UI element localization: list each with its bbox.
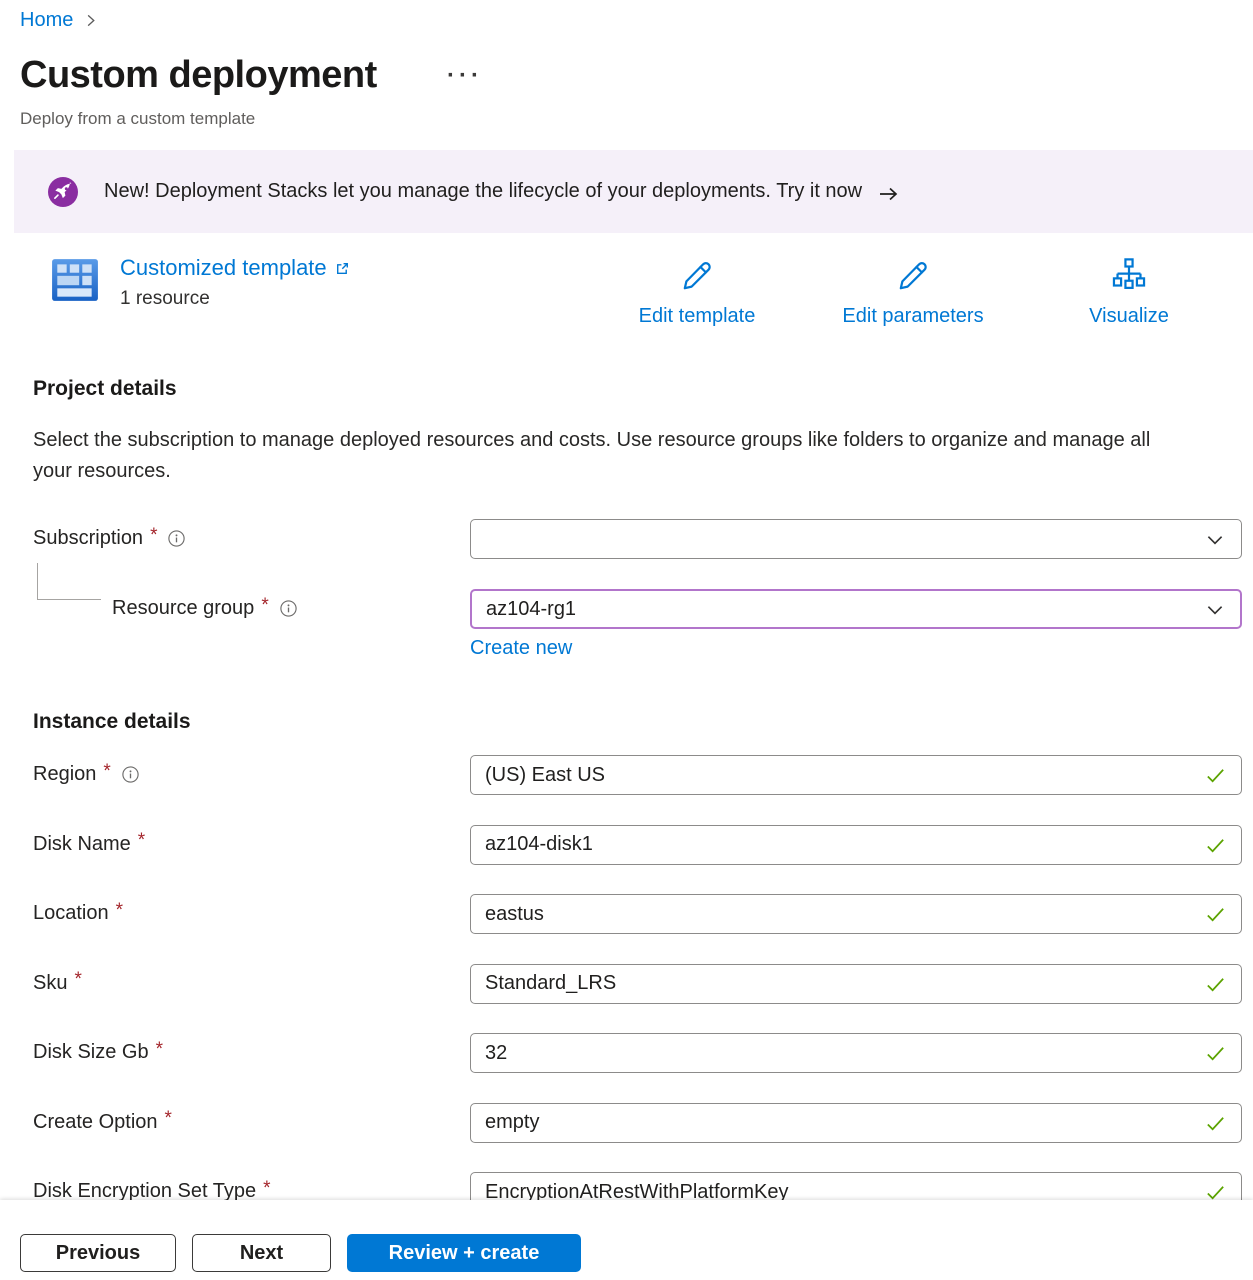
required-asterisk: * [156, 1039, 163, 1061]
resource-group-select[interactable]: az104-rg1 [470, 589, 1242, 629]
sku-label: Sku [33, 972, 67, 995]
required-asterisk: * [138, 830, 145, 852]
resource-group-label: Resource group [112, 597, 254, 620]
template-resource-count: 1 resource [120, 288, 351, 310]
more-options-button[interactable]: ··· [447, 62, 483, 90]
required-asterisk: * [150, 525, 157, 547]
pencil-icon [894, 257, 932, 300]
create-option-label: Create Option [33, 1111, 158, 1134]
subscription-connector-line [37, 563, 101, 600]
disk-name-label: Disk Name [33, 833, 131, 856]
valid-check-icon [1204, 903, 1227, 931]
sku-input[interactable] [470, 964, 1242, 1004]
customized-template-label: Customized template [120, 255, 327, 281]
project-details-description: Select the subscription to manage deploy… [33, 425, 1183, 487]
valid-check-icon [1204, 973, 1227, 1001]
valid-check-icon [1204, 834, 1227, 862]
breadcrumb: Home [0, 0, 1253, 32]
wizard-footer: Previous Next Review + create [0, 1200, 1253, 1280]
edit-parameters-button[interactable]: Edit parameters [833, 257, 993, 328]
page-subtitle: Deploy from a custom template [20, 109, 1253, 129]
external-link-icon [334, 260, 351, 277]
valid-check-icon [1204, 1042, 1227, 1070]
required-asterisk: * [261, 595, 268, 617]
subscription-select[interactable] [470, 519, 1242, 559]
template-icon [50, 255, 100, 310]
disk-size-gb-label: Disk Size Gb [33, 1041, 149, 1064]
customized-template-link[interactable]: Customized template [120, 255, 351, 281]
banner-text: New! Deployment Stacks let you manage th… [104, 180, 862, 203]
page-title: Custom deployment [20, 54, 377, 96]
info-icon[interactable] [121, 765, 140, 784]
region-input[interactable] [470, 755, 1242, 795]
disk-size-gb-input[interactable] [470, 1033, 1242, 1073]
valid-check-icon [1204, 764, 1227, 792]
info-icon[interactable] [167, 529, 186, 548]
required-asterisk: * [74, 969, 81, 991]
info-icon[interactable] [279, 599, 298, 618]
edit-template-button[interactable]: Edit template [617, 257, 777, 328]
subscription-label: Subscription [33, 527, 143, 550]
required-asterisk: * [103, 761, 110, 783]
org-chart-icon [1110, 257, 1148, 300]
next-button[interactable]: Next [192, 1234, 331, 1272]
project-details-heading: Project details [33, 377, 1253, 401]
review-create-button[interactable]: Review + create [347, 1234, 581, 1272]
location-input[interactable] [470, 894, 1242, 934]
required-asterisk: * [263, 1178, 270, 1200]
valid-check-icon [1204, 1112, 1227, 1140]
instance-details-heading: Instance details [33, 710, 1253, 734]
deployment-stacks-banner[interactable]: New! Deployment Stacks let you manage th… [14, 150, 1253, 233]
rocket-icon [48, 177, 78, 207]
edit-template-label: Edit template [639, 305, 756, 328]
required-asterisk: * [165, 1108, 172, 1130]
chevron-right-icon [83, 13, 98, 28]
create-new-link[interactable]: Create new [470, 637, 572, 660]
resource-group-value: az104-rg1 [486, 598, 576, 621]
visualize-label: Visualize [1089, 305, 1169, 328]
visualize-button[interactable]: Visualize [1049, 257, 1209, 328]
edit-parameters-label: Edit parameters [842, 305, 983, 328]
create-option-input[interactable] [470, 1103, 1242, 1143]
breadcrumb-home-link[interactable]: Home [20, 9, 73, 32]
arrow-right-icon[interactable] [878, 184, 900, 204]
disk-name-input[interactable] [470, 825, 1242, 865]
pencil-icon [678, 257, 716, 300]
previous-button[interactable]: Previous [20, 1234, 176, 1272]
location-label: Location [33, 902, 109, 925]
required-asterisk: * [116, 900, 123, 922]
region-label: Region [33, 763, 96, 786]
